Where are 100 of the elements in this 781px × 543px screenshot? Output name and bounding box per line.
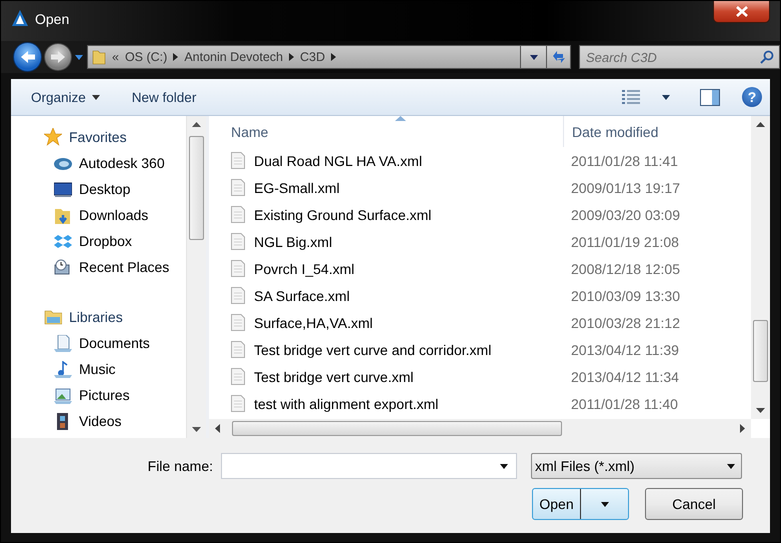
file-name[interactable]: SA Surface.xml [254,288,350,304]
right-arrow-icon [50,50,66,64]
document-icon [231,260,245,277]
library-folder-icon [44,308,62,326]
folder-icon [92,49,106,65]
up-arrow-icon[interactable] [192,122,201,127]
chevron-icon [331,53,336,61]
caret-icon [662,94,670,100]
cancel-button[interactable]: Cancel [645,488,743,520]
file-name[interactable]: Test bridge vert curve.xml [254,368,414,384]
table-cell-text: 2010/03/09 13:30 [570,288,681,304]
down-arrow-icon[interactable] [756,408,765,413]
download-folder-icon [54,206,72,224]
table-cell-text: 2011/01/19 21:08 [570,234,680,250]
forward-button[interactable] [44,43,72,71]
refresh-button[interactable] [547,45,571,69]
open-button[interactable]: Open [532,488,629,520]
picture-icon [54,386,72,404]
sidebar-item[interactable]: Autodesk 360 [11,150,186,176]
left-arrow-icon[interactable] [215,424,220,433]
breadcrumb[interactable]: Antonin Devotech [184,50,283,64]
document-icon [231,179,245,196]
left-arrow-icon [20,50,36,64]
music-note-icon [54,360,72,378]
caret-icon [500,464,508,468]
sidebar-group[interactable]: Libraries [11,304,186,330]
search-icon [760,50,774,64]
document-icon [231,152,245,169]
table-cell-text: 2011/01/28 11:40 [570,396,679,412]
document-icon [54,334,72,352]
caret-icon [92,94,100,100]
file-name-field[interactable] [221,453,517,479]
file-name[interactable]: Povrch I_54.xml [254,260,354,276]
document-icon [231,233,245,250]
field-label: File name: [146,458,214,474]
star-icon [44,128,62,146]
document-icon [231,314,245,331]
chevron-icon [289,53,294,61]
sidebar-item[interactable]: Recent Places [11,254,186,280]
file-name[interactable]: Existing Ground Surface.xml [254,206,432,222]
table-cell-text: 2009/01/13 19:17 [570,180,681,196]
table-cell-text: 2008/12/18 12:05 [570,260,681,276]
search-field[interactable]: Search C3D [579,45,780,69]
refresh-arrows-icon [550,49,566,65]
address-dropdown[interactable] [521,45,547,69]
sidebar-item[interactable]: Dropbox [11,228,186,254]
document-icon [231,287,245,304]
preview-pane-icon [700,88,720,106]
history-dropdown[interactable] [73,52,85,62]
close-button[interactable] [713,1,770,23]
address-bar[interactable]: « OS (C:) Antonin Devotech C3D [87,45,521,69]
document-icon [231,206,245,223]
sidebar-item[interactable]: Pictures [11,382,186,408]
up-arrow-icon[interactable] [756,122,765,127]
boxes-icon [54,232,72,250]
column-header[interactable]: Name [209,124,563,140]
window-title: Open [35,11,70,27]
chevron-icon [173,53,178,61]
sidebar-group[interactable]: Favorites [11,124,186,150]
column-header[interactable]: Date modified [563,116,724,147]
breadcrumb[interactable]: C3D [300,50,326,64]
organize-menu[interactable]: Organize [23,86,108,108]
app-logo-icon [11,9,29,27]
scrollbar-thumb[interactable] [189,136,204,240]
back-button[interactable] [13,42,42,72]
document-icon [231,341,245,358]
file-name[interactable]: EG-Small.xml [254,180,340,196]
down-arrow-icon[interactable] [192,427,201,432]
caret-icon [530,54,538,60]
table-cell-text: 2009/03/20 03:09 [570,206,681,222]
file-name[interactable]: Surface,HA,VA.xml [254,314,373,330]
sidebar-item[interactable]: Music [11,356,186,382]
clock-computer-icon [54,258,72,276]
document-icon [231,395,245,412]
right-arrow-icon[interactable] [740,424,745,433]
caret-icon [727,464,735,468]
scrollbar-thumb[interactable] [232,421,562,436]
file-name[interactable]: Test bridge vert curve and corridor.xml [254,342,492,358]
file-name[interactable]: Dual Road NGL HA VA.xml [254,152,422,168]
close-icon [736,6,748,17]
table-cell-text: 2013/04/12 11:39 [570,342,680,358]
sort-arrow-icon [395,116,406,121]
sidebar-item[interactable]: Downloads [11,202,186,228]
caret-icon [75,54,83,60]
new-folder-button[interactable]: New folder [124,86,204,108]
caret-icon [600,502,608,506]
sidebar-item[interactable]: Documents [11,330,186,356]
table-cell-text: 2011/01/28 11:41 [570,152,679,168]
file-name[interactable]: test with alignment export.xml [254,396,438,412]
overflow-marker: « [112,50,119,64]
breadcrumb[interactable]: OS (C:) [124,50,168,64]
sidebar-item[interactable]: Videos [11,408,186,434]
sidebar-item[interactable]: Desktop [11,176,186,202]
monitor-icon [54,180,72,198]
table-cell-text: 2013/04/12 11:34 [570,368,680,384]
table-cell-text: 2010/03/28 21:12 [570,314,681,330]
scrollbar-thumb[interactable] [753,320,768,382]
file-type-dropdown[interactable]: xml Files (*.xml) [531,453,742,479]
document-icon [231,368,245,385]
file-name[interactable]: NGL Big.xml [254,234,332,250]
